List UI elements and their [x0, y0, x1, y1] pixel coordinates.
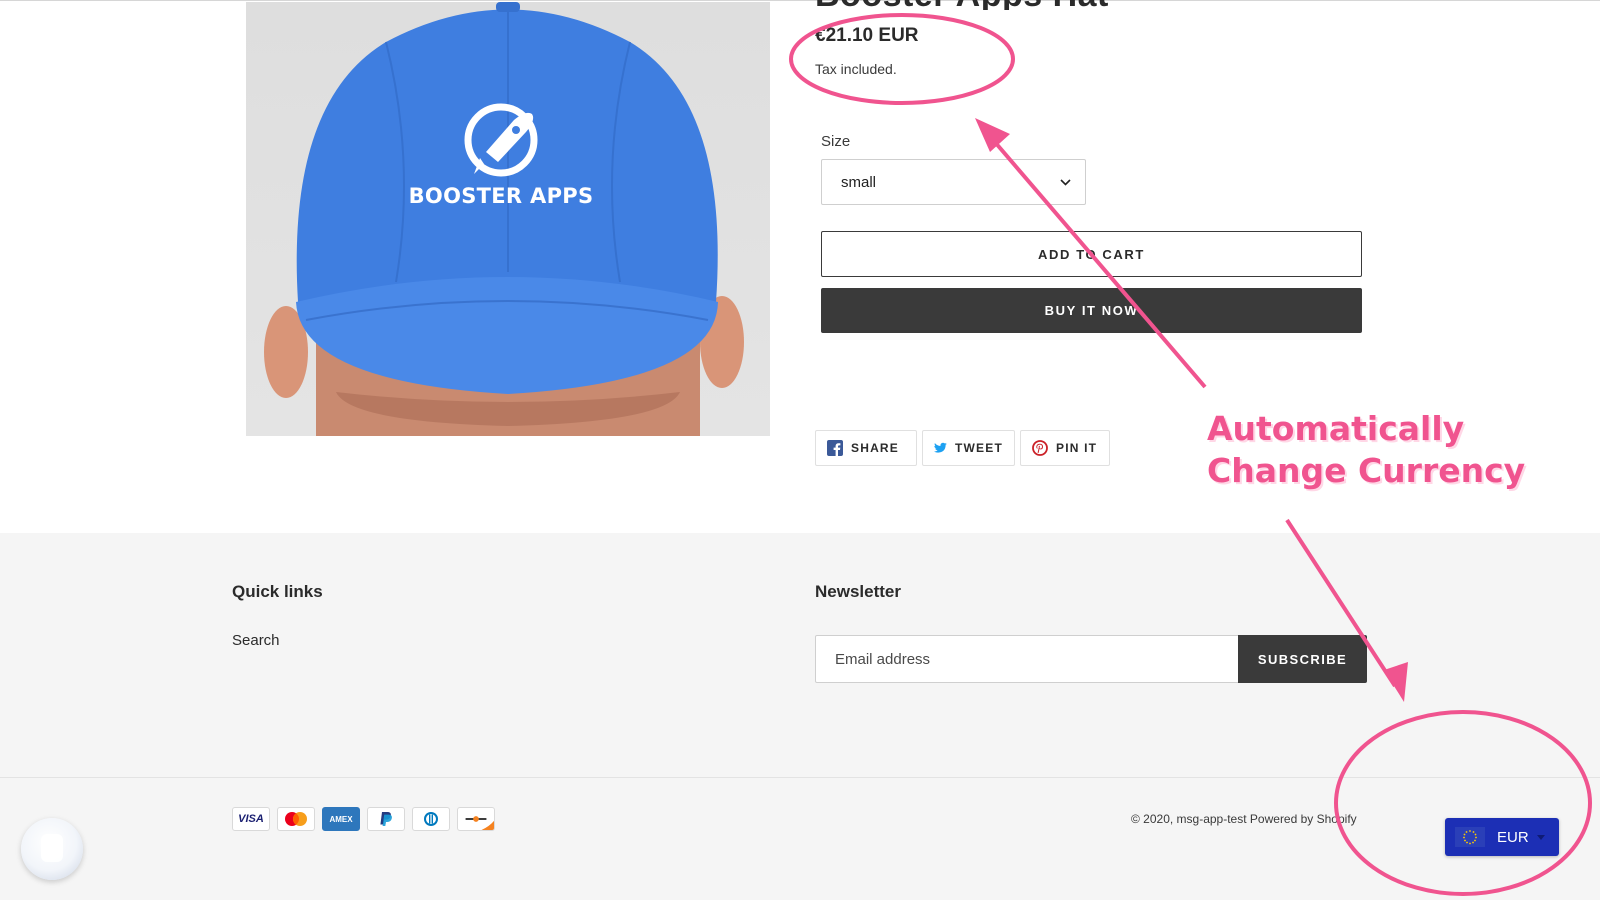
footer-divider	[0, 777, 1600, 778]
amex-icon: AMEX	[322, 807, 360, 831]
pinterest-icon	[1032, 440, 1048, 456]
product-price: €21.10 EUR	[815, 25, 919, 46]
tweet-button[interactable]: TWEET	[922, 430, 1015, 466]
facebook-icon	[827, 440, 843, 456]
callout-line-1: Automatically	[1207, 409, 1465, 448]
powered-by-link[interactable]: Powered by Shopify	[1250, 812, 1357, 826]
product-image[interactable]: BOOSTER APPS	[246, 2, 770, 436]
mastercard-icon	[277, 807, 315, 831]
caret-down-icon	[1536, 834, 1545, 840]
chevron-down-icon	[1059, 176, 1071, 188]
annotation-callout: Automatically Change Currency	[1207, 408, 1537, 492]
subscribe-button[interactable]: SUBSCRIBE	[1238, 635, 1367, 683]
size-select-value: small	[841, 173, 877, 191]
currency-switcher[interactable]: EUR	[1445, 818, 1559, 856]
twitter-icon	[934, 442, 947, 453]
chat-bubble-icon	[41, 834, 63, 862]
quick-links-heading: Quick links	[232, 582, 323, 601]
pin-it-button[interactable]: PIN IT	[1020, 430, 1110, 466]
copyright-text[interactable]: © 2020, msg-app-test	[1131, 812, 1247, 826]
hat-illustration	[264, 2, 744, 436]
pin-it-label: PIN IT	[1056, 441, 1098, 455]
tax-note: Tax included.	[815, 61, 897, 77]
top-divider	[0, 0, 1600, 1]
tweet-label: TWEET	[955, 441, 1003, 455]
chat-widget-button[interactable]	[21, 818, 83, 880]
eu-flag-icon	[1455, 827, 1485, 847]
paypal-icon	[367, 807, 405, 831]
callout-line-2: Change Currency	[1207, 451, 1526, 490]
share-facebook-button[interactable]: SHARE	[815, 430, 917, 466]
add-to-cart-button[interactable]: ADD TO CART	[821, 231, 1362, 277]
size-label: Size	[821, 133, 851, 150]
diners-club-icon	[412, 807, 450, 831]
share-facebook-label: SHARE	[851, 441, 900, 455]
product-title: Booster Apps Hat	[815, 0, 1109, 10]
hat-logo-text: BOOSTER APPS	[408, 184, 594, 208]
arrow-to-price-head	[975, 118, 1010, 152]
size-select[interactable]: small	[821, 159, 1086, 205]
currency-code: EUR	[1497, 828, 1529, 846]
payment-icons: VISA AMEX	[232, 807, 495, 831]
visa-icon: VISA	[232, 807, 270, 831]
newsletter-email-input[interactable]	[815, 635, 1239, 683]
footer-link-search[interactable]: Search	[232, 632, 280, 649]
footer-copyright: © 2020, msg-app-test Powered by Shopify	[1131, 812, 1357, 826]
newsletter-heading: Newsletter	[815, 582, 901, 601]
buy-it-now-button[interactable]: BUY IT NOW	[821, 288, 1362, 333]
discover-icon	[457, 807, 495, 831]
